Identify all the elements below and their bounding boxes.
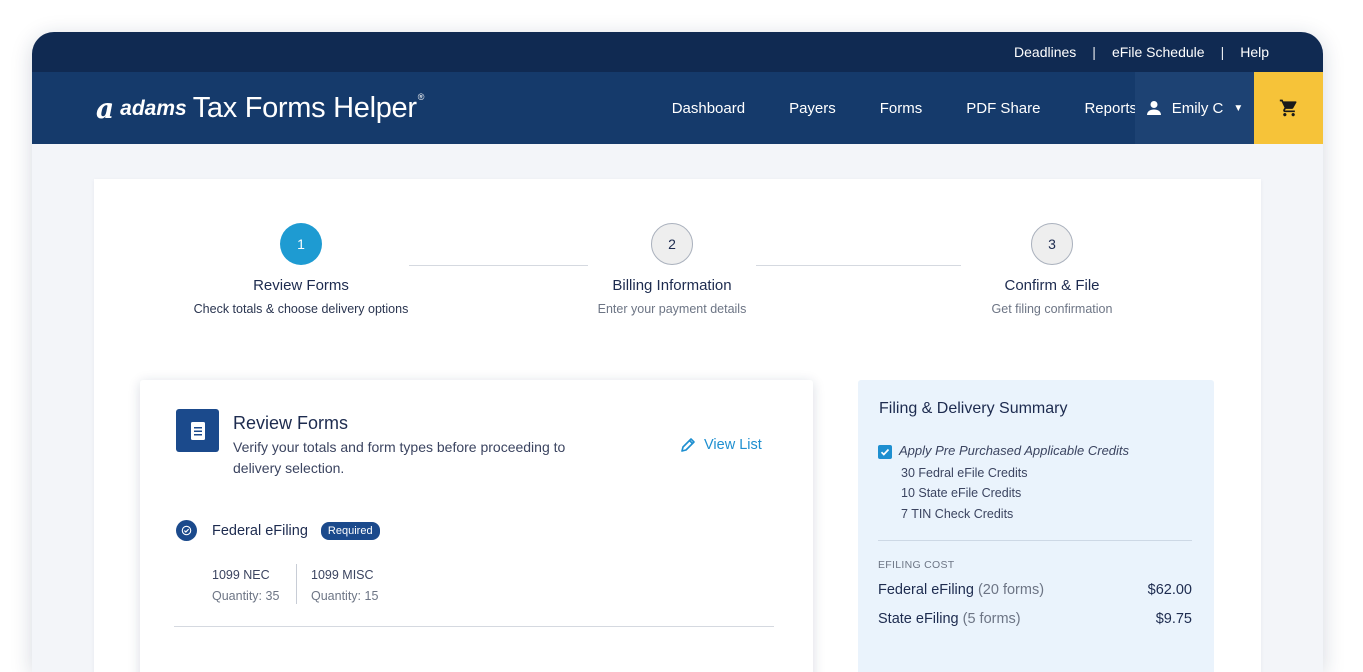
chevron-down-icon: ▼ bbox=[1233, 102, 1244, 114]
nav-forms[interactable]: Forms bbox=[880, 100, 923, 117]
form-type-name: 1099 NEC bbox=[212, 568, 270, 582]
main-nav: a adams Tax Forms Helper® Dashboard Paye… bbox=[32, 72, 1323, 144]
step-title: Review Forms bbox=[253, 277, 349, 294]
efiling-cost-heading: EFILING COST bbox=[878, 559, 955, 571]
step-number: 1 bbox=[280, 223, 322, 265]
deadlines-link[interactable]: Deadlines bbox=[1014, 44, 1076, 60]
nav-pdf-share[interactable]: PDF Share bbox=[966, 100, 1040, 117]
logo-brand-name: adams bbox=[120, 96, 187, 120]
cost-row-federal: Federal eFiling (20 forms) $62.00 bbox=[878, 582, 1192, 598]
cart-icon bbox=[1279, 99, 1296, 117]
brand-logo[interactable]: a adams Tax Forms Helper® bbox=[96, 92, 424, 125]
review-card-title: Review Forms bbox=[233, 413, 349, 433]
pencil-icon bbox=[681, 438, 695, 452]
cost-amount: $62.00 bbox=[1147, 582, 1192, 598]
logo-mark: a bbox=[96, 91, 115, 125]
credit-item: 10 State eFile Credits bbox=[901, 486, 1022, 500]
form-type-quantity: Quantity: 15 bbox=[311, 589, 379, 603]
apply-credits-label[interactable]: Apply Pre Purchased Applicable Credits bbox=[899, 443, 1129, 458]
step-title: Billing Information bbox=[612, 277, 732, 294]
nav-reports[interactable]: Reports bbox=[1084, 100, 1137, 117]
credit-item: 30 Fedral eFile Credits bbox=[901, 466, 1028, 480]
federal-efiling-label: Federal eFiling bbox=[212, 522, 308, 539]
form-type-item: 1099 MISC Quantity: 15 bbox=[311, 565, 378, 607]
form-divider bbox=[296, 564, 297, 604]
cost-amount: $9.75 bbox=[1155, 611, 1192, 627]
user-menu-button[interactable]: Emily C ▼ bbox=[1135, 72, 1254, 144]
checkmark-icon bbox=[880, 448, 890, 456]
utility-separator: | bbox=[1092, 44, 1096, 60]
step-subtitle: Get filing confirmation bbox=[991, 302, 1113, 316]
app-window: Deadlines | eFile Schedule | Help a adam… bbox=[32, 32, 1323, 672]
step-review-forms[interactable]: 1 Review Forms Check totals & choose del… bbox=[171, 223, 431, 316]
section-divider bbox=[174, 626, 774, 627]
cost-label: State eFiling (5 forms) bbox=[878, 611, 1021, 627]
step-title: Confirm & File bbox=[1004, 277, 1100, 294]
user-name: Emily C bbox=[1171, 99, 1224, 117]
user-icon bbox=[1146, 101, 1161, 115]
filing-delivery-summary: Filing & Delivery Summary Apply Pre Purc… bbox=[858, 380, 1214, 672]
credit-item: 7 TIN Check Credits bbox=[901, 507, 1014, 521]
nav-payers[interactable]: Payers bbox=[789, 100, 836, 117]
summary-title: Filing & Delivery Summary bbox=[879, 400, 1068, 417]
form-type-quantity: Quantity: 35 bbox=[212, 589, 280, 603]
review-forms-card: Review Forms Verify your totals and form… bbox=[140, 380, 813, 672]
step-confirm-file[interactable]: 3 Confirm & File Get filing confirmation bbox=[922, 223, 1182, 316]
logo-product-name: Tax Forms Helper® bbox=[192, 92, 425, 124]
help-link[interactable]: Help bbox=[1240, 44, 1269, 60]
step-subtitle: Check totals & choose delivery options bbox=[193, 302, 409, 316]
required-badge: Required bbox=[320, 521, 380, 540]
efile-schedule-link[interactable]: eFile Schedule bbox=[1112, 44, 1205, 60]
step-number: 2 bbox=[651, 223, 693, 265]
form-type-name: 1099 MISC bbox=[311, 568, 374, 582]
review-card-description: Verify your totals and form types before… bbox=[233, 439, 566, 476]
nav-dashboard[interactable]: Dashboard bbox=[672, 100, 745, 117]
checkout-panel: 1 Review Forms Check totals & choose del… bbox=[94, 179, 1261, 672]
document-icon bbox=[176, 409, 219, 452]
cost-row-state: State eFiling (5 forms) $9.75 bbox=[878, 611, 1192, 627]
view-list-link[interactable]: View List bbox=[680, 437, 762, 453]
cost-label: Federal eFiling (20 forms) bbox=[878, 582, 1045, 598]
check-circle-icon bbox=[176, 520, 197, 541]
step-number: 3 bbox=[1031, 223, 1073, 265]
view-list-label: View List bbox=[704, 437, 762, 453]
cart-button[interactable] bbox=[1254, 72, 1323, 144]
step-billing-information[interactable]: 2 Billing Information Enter your payment… bbox=[542, 223, 802, 316]
summary-divider bbox=[878, 540, 1192, 541]
step-subtitle: Enter your payment details bbox=[597, 302, 747, 316]
utility-bar: Deadlines | eFile Schedule | Help bbox=[32, 32, 1323, 72]
form-type-item: 1099 NEC Quantity: 35 bbox=[212, 565, 279, 607]
apply-credits-checkbox[interactable] bbox=[878, 445, 892, 459]
utility-separator: | bbox=[1220, 44, 1225, 60]
primary-nav-links: Dashboard Payers Forms PDF Share Reports bbox=[628, 72, 1137, 144]
federal-efiling-row: Federal eFiling Required bbox=[176, 520, 380, 541]
